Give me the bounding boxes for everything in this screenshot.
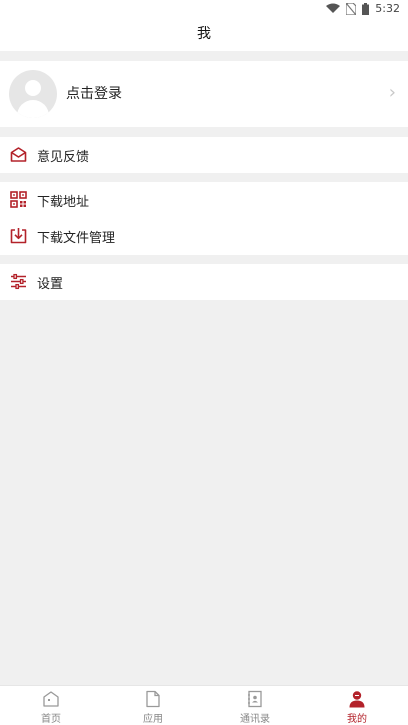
menu-item-download-manager[interactable]: 下载文件管理 — [0, 218, 408, 254]
page-title: 我 — [0, 18, 408, 51]
menu-item-label: 下载文件管理 — [37, 231, 116, 246]
document-icon — [146, 690, 160, 708]
tab-label: 通讯录 — [240, 714, 270, 725]
menu-item-settings[interactable]: 设置 — [0, 264, 408, 300]
sliders-icon — [11, 273, 26, 290]
menu-item-label: 意见反馈 — [37, 150, 90, 165]
tab-me[interactable]: 我的 — [306, 686, 408, 725]
status-icons: 5:32 — [326, 2, 400, 15]
tab-label: 首页 — [41, 714, 61, 725]
login-label: 点击登录 — [66, 86, 122, 102]
feedback-section: 意见反馈 — [0, 137, 408, 173]
user-icon — [349, 691, 365, 708]
tab-label: 应用 — [143, 714, 163, 725]
tab-apps[interactable]: 应用 — [102, 686, 204, 725]
menu-item-feedback[interactable]: 意见反馈 — [0, 137, 408, 173]
contacts-book-icon — [248, 690, 262, 708]
menu-item-label: 设置 — [37, 277, 64, 292]
status-bar: 5:32 — [0, 0, 408, 18]
home-icon — [43, 691, 59, 707]
chevron-right-icon: › — [388, 82, 396, 103]
download-tray-icon — [10, 228, 27, 244]
no-sim-icon — [346, 2, 357, 15]
download-section: 下载地址 下载文件管理 — [0, 182, 408, 255]
battery-icon — [362, 2, 370, 15]
menu-item-download-address[interactable]: 下载地址 — [0, 182, 408, 218]
tab-contacts[interactable]: 通讯录 — [204, 686, 306, 725]
tab-label: 我的 — [347, 714, 367, 725]
login-row[interactable]: 点击登录 › — [0, 61, 408, 127]
wifi-icon — [326, 3, 341, 13]
tab-home[interactable]: 首页 — [0, 686, 102, 725]
status-time: 5:32 — [375, 2, 400, 15]
avatar — [9, 70, 57, 118]
bottom-tab-bar: 首页 应用 通讯录 我的 — [0, 685, 408, 725]
qrcode-icon — [10, 191, 27, 208]
menu-item-label: 下载地址 — [37, 195, 90, 210]
settings-section: 设置 — [0, 264, 408, 300]
envelope-icon — [10, 147, 27, 162]
